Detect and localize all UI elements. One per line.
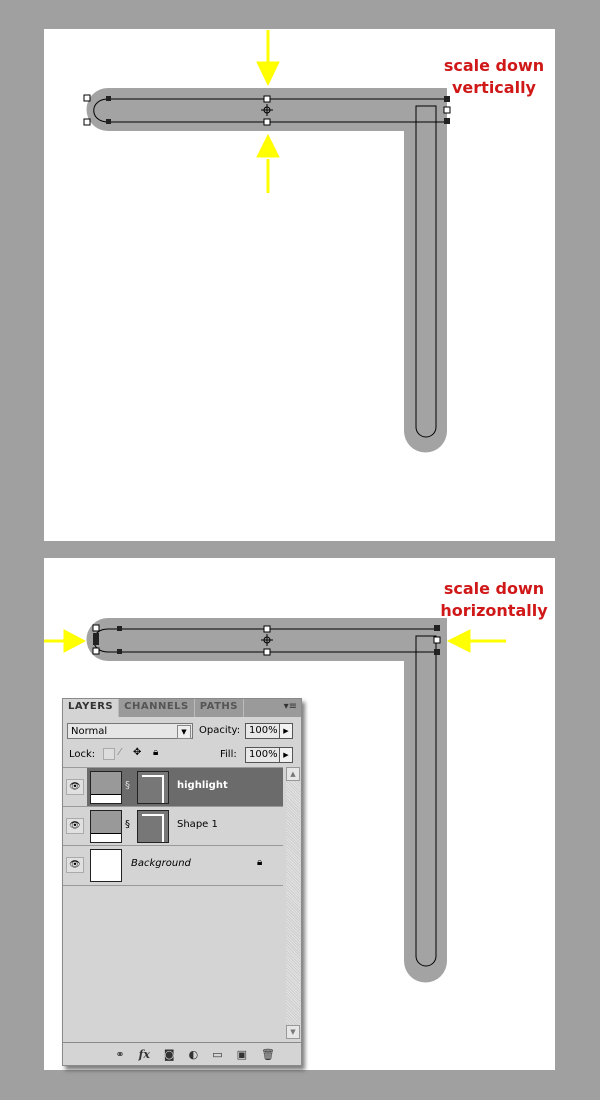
vector-mask-thumbnail <box>137 771 169 804</box>
layer-row-shape-1[interactable]: 👁︎ § Shape 1 <box>63 806 283 846</box>
annotation-line: horizontally <box>440 601 548 620</box>
vector-mask-thumbnail <box>137 810 169 843</box>
layer-row-highlight[interactable]: 👁︎ § highlight <box>63 767 283 807</box>
link-icon[interactable]: § <box>125 819 130 830</box>
lock-icon: 🔒︎ <box>257 857 263 868</box>
arrow-down <box>256 30 280 87</box>
link-icon[interactable]: § <box>125 780 130 791</box>
trash-icon[interactable]: 🗑︎ <box>261 1048 275 1061</box>
lock-move-icon[interactable]: ✥ <box>133 747 141 758</box>
annotation-horizontal: scale down horizontally <box>434 578 554 622</box>
annotation-line: scale down <box>443 579 545 598</box>
layer-name: Background <box>131 858 191 869</box>
canvas-vertical: scale down vertically <box>44 29 555 541</box>
fill-field[interactable]: 100% ▶ <box>245 747 293 763</box>
scrollbar[interactable]: ▲ ▼ <box>286 767 300 1039</box>
lock-all-icon[interactable]: 🔒︎ <box>153 747 158 758</box>
eye-icon[interactable]: 👁︎ <box>66 779 84 795</box>
panel-tabs: LAYERS CHANNELS PATHS ▾≡ <box>63 699 301 717</box>
layer-row-background[interactable]: 👁︎ Background 🔒︎ <box>63 845 283 886</box>
scroll-up-button[interactable]: ▲ <box>286 767 300 781</box>
arrow-right <box>44 629 87 653</box>
fx-icon[interactable]: fx <box>139 1048 150 1061</box>
layer-thumbnail <box>90 849 122 882</box>
panel-footer: ⚭ fx ◙ ◐ ▭ ▣ 🗑︎ <box>63 1042 301 1065</box>
layers-panel: LAYERS CHANNELS PATHS ▾≡ Normal ▼ Opacity… <box>62 698 302 1066</box>
scroll-down-button[interactable]: ▼ <box>286 1025 300 1039</box>
tab-paths[interactable]: PATHS <box>195 699 245 717</box>
lock-brush-icon[interactable]: ⁄ <box>119 747 121 758</box>
tab-channels[interactable]: CHANNELS <box>119 699 195 717</box>
blend-mode-value: Normal <box>71 726 108 737</box>
mask-icon[interactable]: ◙ <box>164 1048 175 1061</box>
layer-name: highlight <box>177 780 228 791</box>
fill-thumbnail <box>90 810 122 843</box>
annotation-line: scale down <box>443 56 545 75</box>
fill-thumbnail <box>90 771 122 804</box>
lock-transparency-icon[interactable] <box>103 748 115 760</box>
chevron-down-icon: ▼ <box>177 725 191 739</box>
new-layer-icon[interactable]: ▣ <box>237 1048 247 1061</box>
tab-layers[interactable]: LAYERS <box>63 699 120 717</box>
lock-label: Lock: <box>69 749 96 760</box>
blend-mode-select[interactable]: Normal ▼ <box>67 723 193 739</box>
opacity-label: Opacity: <box>199 725 241 736</box>
layer-name: Shape 1 <box>177 819 218 830</box>
play-icon[interactable]: ▶ <box>279 724 292 738</box>
play-icon[interactable]: ▶ <box>279 748 292 762</box>
adjustment-icon[interactable]: ◐ <box>189 1048 199 1061</box>
link-icon[interactable]: ⚭ <box>115 1048 124 1061</box>
eye-icon[interactable]: 👁︎ <box>66 818 84 834</box>
opacity-value: 100% <box>249 725 278 736</box>
fill-value: 100% <box>249 749 278 760</box>
fill-label: Fill: <box>220 749 237 760</box>
annotation-line: vertically <box>452 78 536 97</box>
annotation-vertical: scale down vertically <box>434 55 554 99</box>
eye-icon[interactable]: 👁︎ <box>66 857 84 873</box>
panel-menu-icon[interactable]: ▾≡ <box>284 701 297 712</box>
l-shape-artwork <box>83 30 451 453</box>
arrow-left <box>446 629 506 653</box>
folder-icon[interactable]: ▭ <box>212 1048 222 1061</box>
opacity-field[interactable]: 100% ▶ <box>245 723 293 739</box>
arrow-up <box>256 133 280 193</box>
